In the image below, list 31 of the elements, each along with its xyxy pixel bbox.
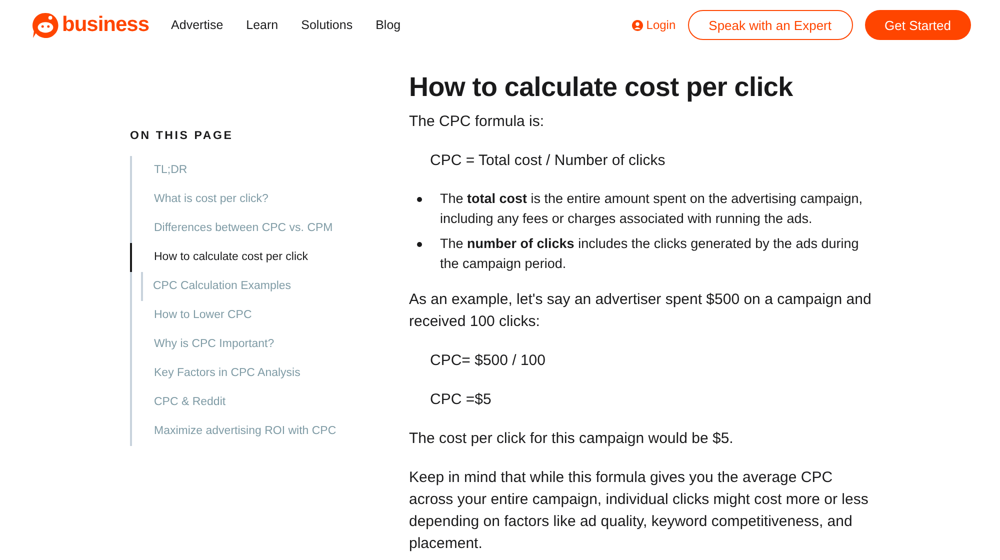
toc-link[interactable]: What is cost per click? (130, 185, 409, 214)
formula-text: CPC = Total cost / Number of clicks (430, 151, 666, 171)
bullet-text: The total cost is the entire amount spent on the advertising campaign, including any fees or charges associated with running the ads. (440, 190, 864, 228)
formula-text: CPC =$5 (430, 390, 492, 410)
toc-link[interactable]: Why is CPC Important? (130, 330, 409, 359)
paragraph: The CPC formula is: (409, 112, 546, 132)
toc-link[interactable]: TL;DR (130, 156, 409, 185)
toc-link[interactable]: How to Lower CPC (130, 301, 409, 330)
paragraph: The cost per click for this campaign would be $5. (409, 429, 734, 449)
logo-text[interactable]: business (62, 13, 150, 37)
toc-link[interactable]: CPC Calculation Examples (141, 272, 409, 301)
toc-link[interactable]: How to calculate cost per click (130, 243, 409, 272)
logo-icon[interactable] (32, 12, 59, 38)
nav-link[interactable]: Advertise (171, 18, 224, 32)
toc-link[interactable]: Maximize advertising ROI with CPC (130, 417, 409, 446)
bullet-text: The number of clicks includes the clicks generated by the ads during the campaign period. (440, 235, 860, 273)
toc-heading: ON THIS PAGE (130, 130, 234, 142)
toc-link[interactable]: CPC & Reddit (130, 388, 409, 417)
toc-link[interactable]: Differences between CPC vs. CPM (130, 214, 409, 243)
get-started-button[interactable]: Get Started (864, 10, 971, 40)
formula-text: CPC= $500 / 100 (430, 351, 546, 371)
paragraph: As an example, let's say an advertiser spent $500 on a campaign and received 100 clicks: (409, 290, 872, 332)
nav-link[interactable]: Solutions (301, 18, 353, 32)
nav-link[interactable]: Blog (376, 18, 401, 32)
speak-with-expert-button[interactable]: Speak with an Expert (688, 10, 853, 40)
article-title: How to calculate cost per click (409, 72, 794, 103)
toc-link[interactable]: Key Factors in CPC Analysis (130, 359, 409, 388)
nav-link[interactable]: Learn (246, 18, 278, 32)
user-icon (632, 20, 644, 30)
login-link[interactable]: Login (632, 18, 676, 32)
paragraph: Keep in mind that while this formula gives you the average CPC across your entire campaign, individual clicks might cost more or less depending on factors like ad quality, keyword competitiveness, and placement. (409, 468, 870, 554)
